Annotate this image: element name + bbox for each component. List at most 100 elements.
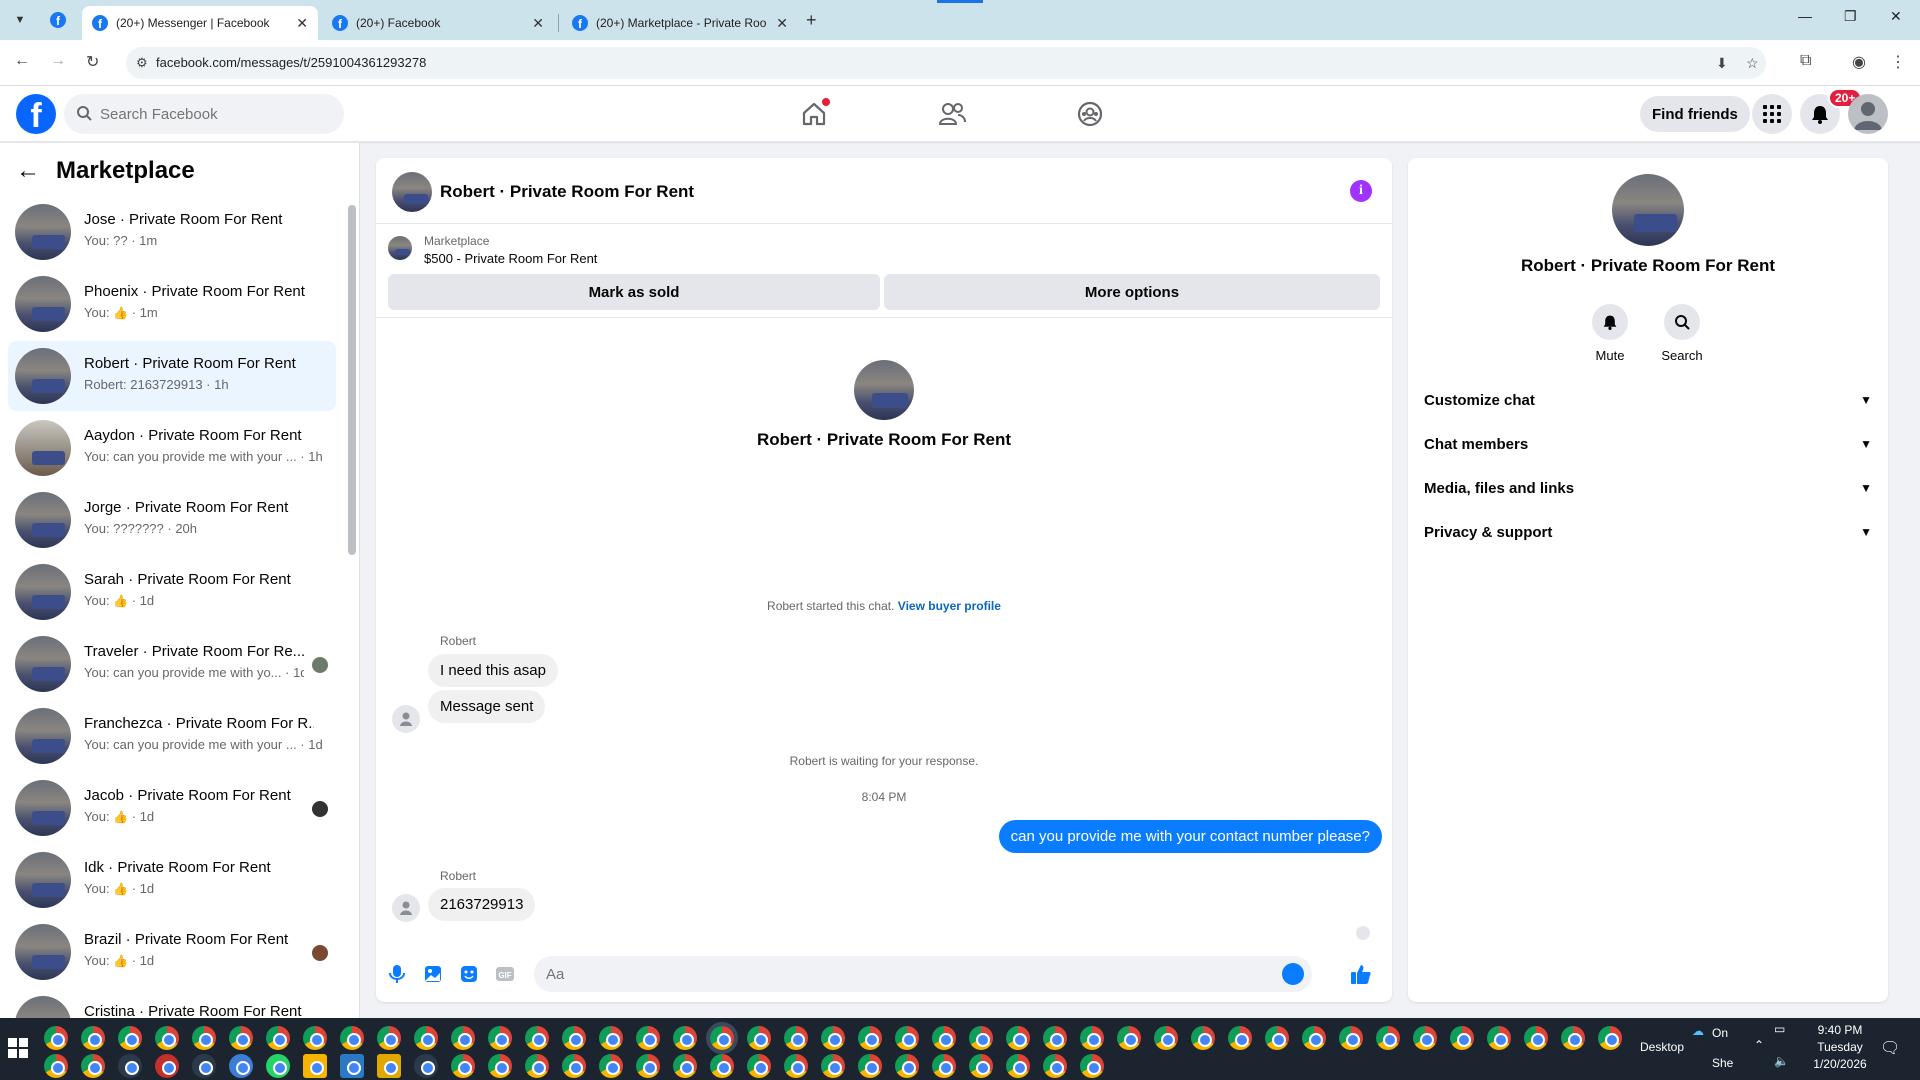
restore-icon[interactable]: ❐: [1844, 8, 1857, 25]
back-icon[interactable]: ←: [14, 52, 30, 70]
chrome-taskbar-icon[interactable]: [266, 1026, 290, 1050]
forward-icon[interactable]: →: [50, 52, 66, 70]
minimize-icon[interactable]: —: [1798, 8, 1812, 24]
extensions-icon[interactable]: ⧉: [1800, 52, 1811, 70]
chrome-taskbar-icon[interactable]: [525, 1026, 549, 1050]
conversation-item[interactable]: Jorge · Private Room For Rent You: ?????…: [8, 485, 336, 555]
facebook-logo-icon[interactable]: f: [16, 94, 56, 134]
sender-avatar[interactable]: [392, 705, 420, 733]
bookmark-star-icon[interactable]: ☆: [1746, 55, 1759, 72]
tab-search-chevron-icon[interactable]: ▼: [8, 8, 32, 32]
sticker-icon[interactable]: [458, 963, 480, 985]
install-app-icon[interactable]: ⬇: [1716, 55, 1728, 72]
media-files-links-section[interactable]: Media, files and links ▼: [1424, 470, 1872, 506]
chrome-taskbar-icon[interactable]: [377, 1026, 401, 1050]
search-input[interactable]: [100, 94, 330, 134]
account-avatar[interactable]: [1848, 94, 1888, 134]
chat-title[interactable]: Robert · Private Room For Rent: [440, 182, 694, 202]
chrome-taskbar-icon[interactable]: [858, 1026, 882, 1050]
chrome-taskbar-icon[interactable]: [562, 1026, 586, 1050]
close-tab-icon[interactable]: ✕: [776, 15, 788, 32]
gif-icon[interactable]: GIF: [494, 963, 516, 985]
chrome-taskbar-icon[interactable]: [636, 1026, 660, 1050]
conversation-item-active[interactable]: Robert · Private Room For Rent Robert: 2…: [8, 341, 336, 411]
chrome-taskbar-icon[interactable]: [488, 1054, 512, 1078]
chrome-taskbar-icon[interactable]: [451, 1054, 475, 1078]
conversation-item[interactable]: Idk · Private Room For Rent You: 👍 · 1d: [8, 845, 336, 915]
groups-icon[interactable]: [1076, 100, 1104, 128]
conversation-item[interactable]: Brazil · Private Room For Rent You: 👍 · …: [8, 917, 336, 987]
conversation-item[interactable]: Aaydon · Private Room For Rent You: can …: [8, 413, 336, 483]
message-input[interactable]: [546, 956, 1246, 992]
chrome-taskbar-icon[interactable]: [1117, 1026, 1141, 1050]
view-buyer-profile-link[interactable]: View buyer profile: [898, 599, 1001, 613]
privacy-support-section[interactable]: Privacy & support ▼: [1424, 514, 1872, 550]
chrome-taskbar-icon[interactable]: [599, 1026, 623, 1050]
app-taskbar-icon[interactable]: [229, 1054, 253, 1078]
conversation-item[interactable]: Jose · Private Room For Rent You: ?? · 1…: [8, 197, 336, 267]
conversation-item[interactable]: Cristina · Private Room For Rent: [8, 989, 336, 1018]
chrome-taskbar-icon[interactable]: [1413, 1026, 1437, 1050]
chrome-taskbar-icon[interactable]: [1265, 1026, 1289, 1050]
info-icon[interactable]: i: [1350, 180, 1372, 202]
chrome-taskbar-icon[interactable]: [1339, 1026, 1363, 1050]
chrome-taskbar-icon[interactable]: [81, 1026, 105, 1050]
chrome-taskbar-icon[interactable]: [895, 1026, 919, 1050]
incoming-message[interactable]: 2163729913: [428, 888, 536, 921]
chrome-taskbar-icon[interactable]: [858, 1054, 882, 1078]
close-window-icon[interactable]: ✕: [1890, 8, 1902, 25]
chrome-taskbar-icon[interactable]: [895, 1054, 919, 1078]
new-tab-button[interactable]: +: [806, 10, 817, 31]
chrome-taskbar-icon[interactable]: [1561, 1026, 1585, 1050]
chrome-taskbar-icon[interactable]: [451, 1026, 475, 1050]
chrome-taskbar-icon[interactable]: [1006, 1026, 1030, 1050]
chrome-taskbar-icon[interactable]: [1487, 1026, 1511, 1050]
chrome-taskbar-icon[interactable]: [1524, 1026, 1548, 1050]
mark-as-sold-button[interactable]: Mark as sold: [388, 274, 880, 310]
chrome-taskbar-icon[interactable]: [1191, 1026, 1215, 1050]
chrome-taskbar-icon[interactable]: [636, 1054, 660, 1078]
chrome-taskbar-icon[interactable]: [44, 1054, 68, 1078]
chrome-taskbar-icon[interactable]: [1006, 1054, 1030, 1078]
chrome-taskbar-icon[interactable]: [44, 1026, 68, 1050]
chrome-taskbar-icon[interactable]: [525, 1054, 549, 1078]
friends-icon[interactable]: [938, 100, 966, 128]
chrome-taskbar-icon[interactable]: [673, 1026, 697, 1050]
chrome-taskbar-icon[interactable]: [303, 1026, 327, 1050]
conversation-item[interactable]: Sarah · Private Room For Rent You: 👍 · 1…: [8, 557, 336, 627]
outgoing-message[interactable]: can you provide me with your contact num…: [998, 820, 1382, 853]
system-clock[interactable]: 9:40 PM Tuesday 1/20/2026: [1800, 1022, 1880, 1073]
conversation-item[interactable]: Traveler · Private Room For Re... You: c…: [8, 629, 336, 699]
emoji-icon[interactable]: [1282, 963, 1304, 985]
chrome-taskbar-icon[interactable]: [784, 1054, 808, 1078]
conversation-item[interactable]: Phoenix · Private Room For Rent You: 👍 ·…: [8, 269, 336, 339]
sender-avatar[interactable]: [392, 894, 420, 922]
chrome-taskbar-icon[interactable]: [969, 1026, 993, 1050]
pinned-facebook-tab[interactable]: f: [50, 12, 66, 28]
chat-avatar[interactable]: [392, 172, 432, 212]
chrome-taskbar-icon[interactable]: [1080, 1026, 1104, 1050]
home-icon[interactable]: [800, 98, 830, 128]
chrome-taskbar-icon[interactable]: [192, 1026, 216, 1050]
mute-button[interactable]: Mute: [1580, 304, 1640, 363]
chrome-taskbar-icon[interactable]: [1154, 1026, 1178, 1050]
chrome-taskbar-icon[interactable]: [155, 1026, 179, 1050]
chrome-taskbar-icon[interactable]: [1228, 1026, 1252, 1050]
chrome-taskbar-icon[interactable]: [784, 1026, 808, 1050]
weather-label-2[interactable]: She: [1712, 1056, 1733, 1070]
facebook-search[interactable]: [64, 94, 344, 134]
chrome-taskbar-icon[interactable]: [821, 1026, 845, 1050]
notification-center-icon[interactable]: 🗨: [1880, 1038, 1900, 1058]
chrome-taskbar-icon[interactable]: [1302, 1026, 1326, 1050]
chrome-taskbar-icon[interactable]: [414, 1026, 438, 1050]
app-taskbar-icon[interactable]: [192, 1054, 216, 1078]
cloud-icon[interactable]: ☁: [1692, 1024, 1704, 1038]
profile-icon[interactable]: ◉: [1852, 52, 1866, 72]
chrome-taskbar-icon[interactable]: [1080, 1054, 1104, 1078]
show-hidden-icons-chevron-icon[interactable]: ⌃: [1754, 1038, 1764, 1052]
reload-icon[interactable]: ↻: [86, 52, 99, 72]
chrome-taskbar-icon-active[interactable]: [706, 1022, 738, 1054]
chrome-taskbar-icon[interactable]: [488, 1026, 512, 1050]
chrome-taskbar-icon[interactable]: [599, 1054, 623, 1078]
incoming-message[interactable]: Message sent: [428, 690, 546, 723]
